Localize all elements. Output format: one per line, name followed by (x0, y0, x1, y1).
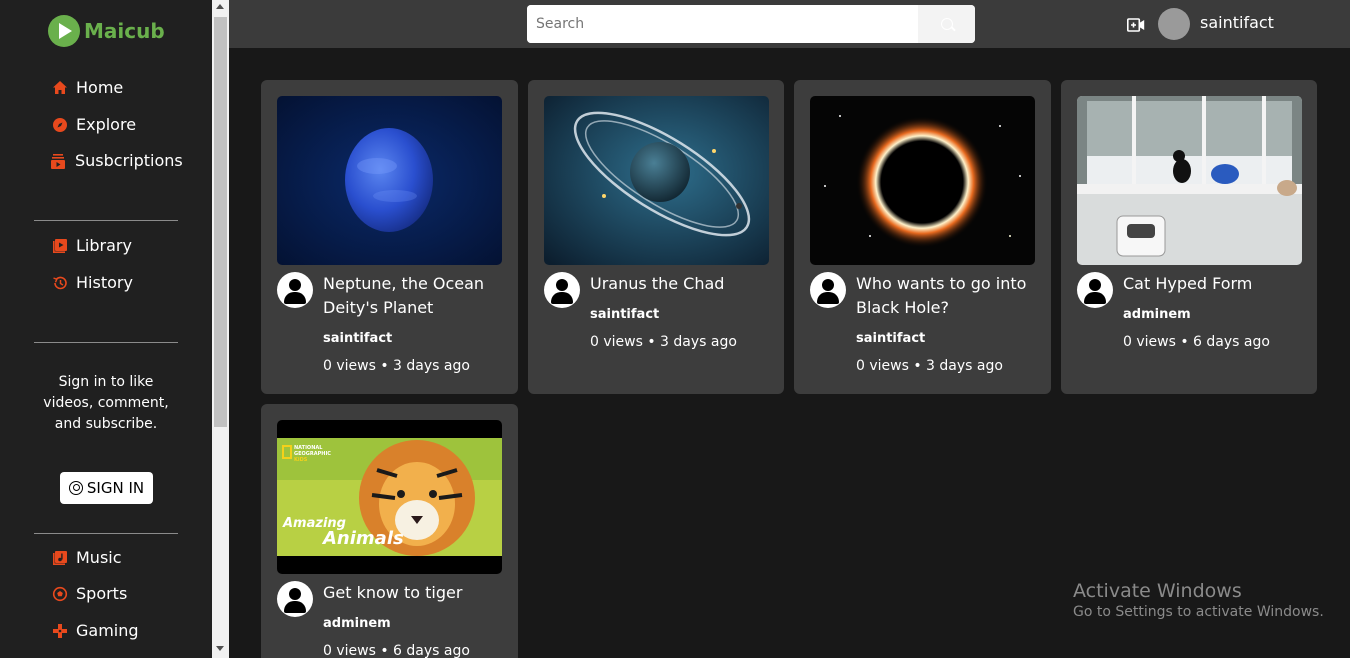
video-thumbnail[interactable] (544, 96, 769, 265)
sidebar: Maicub Home Explore Susbcriptions Librar… (0, 0, 212, 658)
sidebar-item-label: History (76, 273, 133, 292)
watermark-subtitle: Go to Settings to activate Windows. (1073, 604, 1324, 620)
thumb-caption-2: Animals (323, 528, 404, 549)
sidebar-item-sports[interactable]: Sports (52, 584, 127, 603)
channel-name[interactable]: saintifact (856, 331, 925, 346)
video-meta: 0 views • 6 days ago (1123, 334, 1270, 350)
music-icon (52, 550, 68, 566)
video-title[interactable]: Neptune, the Ocean Deity's Planet (323, 272, 503, 320)
search-button[interactable] (918, 5, 975, 43)
search-bar (527, 5, 975, 43)
sports-icon (52, 586, 68, 602)
sidebar-item-gaming[interactable]: Gaming (52, 621, 139, 640)
channel-name[interactable]: adminem (323, 616, 391, 631)
video-card[interactable]: Cat Hyped Form adminem 0 views • 6 days … (1061, 80, 1317, 394)
scrollbar-thumb[interactable] (214, 17, 227, 427)
video-card[interactable]: Uranus the Chad saintifact 0 views • 3 d… (528, 80, 784, 394)
channel-avatar[interactable] (810, 272, 846, 308)
account-circle-icon (68, 481, 83, 495)
natgeo-brand-text: NATIONAL GEOGRAPHIC KiDS (294, 445, 331, 463)
gaming-icon (52, 623, 68, 639)
sidebar-divider (34, 342, 178, 343)
watermark-title: Activate Windows (1073, 580, 1242, 602)
scroll-down-arrow-icon[interactable] (216, 646, 224, 651)
video-thumbnail[interactable] (1077, 96, 1302, 265)
video-camera-icon[interactable] (1127, 17, 1145, 32)
channel-avatar[interactable] (277, 272, 313, 308)
brand-name: Maicub (84, 19, 165, 43)
sidebar-item-label: Music (76, 548, 122, 567)
home-icon (52, 80, 68, 96)
sidebar-item-music[interactable]: Music (52, 548, 122, 567)
windows-activation-watermark: Activate Windows Go to Settings to activ… (1073, 580, 1324, 620)
library-icon (52, 238, 68, 254)
video-title[interactable]: Who wants to go into Black Hole? (856, 272, 1036, 320)
channel-avatar[interactable] (1077, 272, 1113, 308)
play-logo-icon (48, 15, 80, 47)
sidebar-item-label: Susbcriptions (75, 151, 183, 170)
user-avatar[interactable] (1158, 8, 1190, 40)
sidebar-item-label: Explore (76, 115, 137, 134)
sidebar-item-label: Home (76, 78, 124, 97)
video-card[interactable]: Who wants to go into Black Hole? saintif… (794, 80, 1051, 394)
video-meta: 0 views • 3 days ago (856, 358, 1003, 374)
video-title[interactable]: Uranus the Chad (590, 272, 770, 296)
video-meta: 0 views • 3 days ago (590, 334, 737, 350)
sign-in-label: SIGN IN (86, 479, 145, 497)
video-thumbnail[interactable] (810, 96, 1035, 265)
scroll-up-arrow-icon[interactable] (216, 4, 224, 9)
video-title[interactable]: Get know to tiger (323, 581, 503, 605)
sidebar-item-label: Sports (76, 584, 128, 603)
sidebar-item-label: Library (76, 236, 132, 255)
signin-prompt: Sign in to like videos, comment, and sub… (43, 374, 169, 432)
video-card[interactable]: NATIONAL GEOGRAPHIC KiDS Amazing Animals… (261, 404, 518, 658)
sidebar-item-label: Gaming (76, 621, 139, 640)
video-meta: 0 views • 3 days ago (323, 358, 470, 374)
channel-name[interactable]: adminem (1123, 307, 1191, 322)
sidebar-item-history[interactable]: History (52, 273, 133, 292)
channel-name[interactable]: saintifact (323, 331, 392, 346)
video-thumbnail[interactable]: NATIONAL GEOGRAPHIC KiDS Amazing Animals (277, 420, 502, 574)
sidebar-divider (34, 220, 178, 221)
sidebar-item-explore[interactable]: Explore (52, 115, 136, 134)
sidebar-item-subscriptions[interactable]: Susbcriptions (50, 151, 183, 170)
search-input[interactable] (527, 5, 918, 43)
username[interactable]: saintifact (1200, 13, 1274, 32)
video-title[interactable]: Cat Hyped Form (1123, 272, 1303, 296)
channel-name[interactable]: saintifact (590, 307, 659, 322)
search-icon (940, 18, 953, 30)
channel-avatar[interactable] (277, 581, 313, 617)
brand-logo[interactable]: Maicub (48, 15, 165, 47)
channel-avatar[interactable] (544, 272, 580, 308)
compass-icon (52, 117, 68, 133)
history-icon (52, 275, 68, 291)
top-navbar: saintifact (229, 0, 1350, 48)
sidebar-item-home[interactable]: Home (52, 78, 123, 97)
video-card[interactable]: Neptune, the Ocean Deity's Planet sainti… (261, 80, 518, 394)
video-meta: 0 views • 6 days ago (323, 643, 470, 658)
video-thumbnail[interactable] (277, 96, 502, 265)
sidebar-scrollbar[interactable] (212, 0, 229, 658)
subscriptions-icon (50, 153, 66, 169)
sign-in-button[interactable]: SIGN IN (60, 472, 153, 504)
sidebar-item-library[interactable]: Library (52, 236, 132, 255)
sidebar-divider (34, 533, 178, 534)
